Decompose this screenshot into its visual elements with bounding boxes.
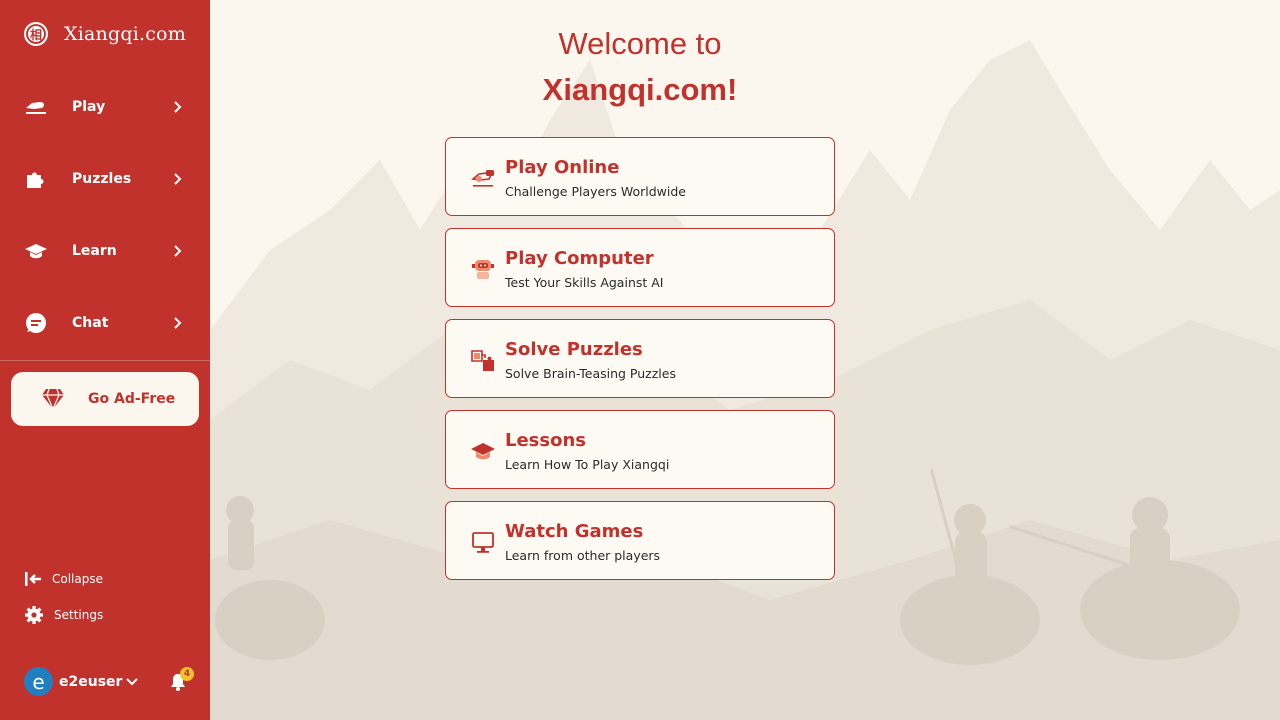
play-computer-card[interactable]: Play Computer Test Your Skills Against A… (445, 228, 835, 307)
play-online-icon (471, 170, 494, 187)
monitor-icon (472, 532, 494, 553)
chat-bubble-icon (24, 311, 48, 335)
card-title: Watch Games (505, 521, 644, 542)
sidebar-item-label: Chat (72, 315, 109, 331)
card-title: Play Online (505, 157, 620, 178)
solve-puzzles-card[interactable]: Solve Puzzles Solve Brain-Teasing Puzzle… (445, 319, 835, 398)
chevron-right-icon (174, 173, 182, 185)
welcome-site-name: Xiangqi.com! (542, 72, 738, 107)
chevron-right-icon (174, 317, 182, 329)
card-subtitle: Challenge Players Worldwide (505, 184, 686, 199)
card-subtitle: Test Your Skills Against AI (505, 275, 664, 290)
watch-games-card[interactable]: Watch Games Learn from other players (445, 501, 835, 580)
pawn-hand-icon (24, 95, 48, 119)
sidebar-item-label: Learn (72, 243, 117, 259)
brand-link[interactable]: 相 Xiangqi.com (24, 22, 186, 46)
puzzle-icon (471, 350, 494, 371)
graduation-cap-icon (24, 239, 48, 263)
notification-badge: 4 (180, 667, 194, 681)
settings-button[interactable]: Settings (24, 605, 103, 625)
welcome-heading: Welcome to (558, 26, 722, 61)
play-online-card[interactable]: Play Online Challenge Players Worldwide (445, 137, 835, 216)
sidebar-item-learn[interactable]: Learn (0, 227, 210, 275)
chevron-right-icon (174, 101, 182, 113)
sidebar-item-label: Puzzles (72, 171, 132, 187)
sidebar-item-play[interactable]: Play (0, 83, 210, 131)
card-subtitle: Solve Brain-Teasing Puzzles (505, 366, 676, 381)
card-subtitle: Learn from other players (505, 548, 661, 563)
settings-label: Settings (54, 608, 104, 622)
sidebar-item-label: Play (72, 99, 106, 115)
card-title: Play Computer (505, 248, 654, 269)
collapse-label: Collapse (52, 572, 103, 586)
card-title: Lessons (505, 430, 586, 451)
diamond-icon (42, 388, 64, 410)
card-title: Solve Puzzles (505, 339, 643, 360)
card-subtitle: Learn How To Play Xiangqi (505, 457, 670, 472)
chevron-down-icon (126, 677, 139, 685)
graduation-cap-icon (471, 443, 495, 460)
go-ad-free-label: Go Ad-Free (88, 391, 176, 407)
sidebar: 相 Xiangqi.com Play Puzzles Learn Chat Go… (0, 0, 210, 720)
robot-icon (472, 260, 494, 279)
brand-name: Xiangqi.com (64, 23, 186, 45)
sidebar-item-puzzles[interactable]: Puzzles (0, 155, 210, 203)
gear-icon (25, 606, 43, 624)
puzzle-icon (24, 167, 48, 191)
sidebar-divider (0, 360, 210, 361)
go-ad-free-button[interactable]: Go Ad-Free (11, 372, 199, 426)
collapse-icon (25, 572, 41, 586)
avatar: e (24, 667, 53, 696)
brand-logo-icon: 相 (24, 22, 48, 46)
user-menu[interactable]: e e2euser (24, 667, 139, 696)
chevron-right-icon (174, 245, 182, 257)
sidebar-item-chat[interactable]: Chat (0, 299, 210, 347)
collapse-button[interactable]: Collapse (24, 571, 103, 587)
lessons-card[interactable]: Lessons Learn How To Play Xiangqi (445, 410, 835, 489)
username: e2euser (59, 673, 123, 690)
